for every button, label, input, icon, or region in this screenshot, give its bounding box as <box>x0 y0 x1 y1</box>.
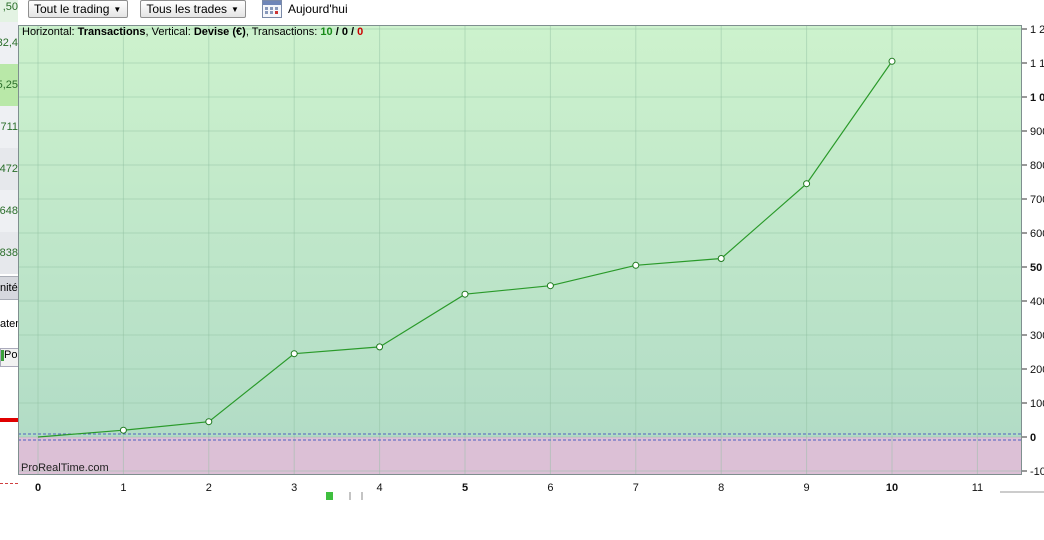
x-tick-label: 1 <box>120 482 126 494</box>
losing-count: 0 <box>357 26 364 38</box>
vertical-label: Vertical: <box>151 26 191 38</box>
data-point[interactable] <box>376 343 384 351</box>
x-tick-label: 7 <box>633 482 639 494</box>
equity-chart[interactable]: -100100200300400506007008009001 01 11 2 … <box>0 0 1044 500</box>
x-tick-label: 6 <box>547 482 553 494</box>
positive-zone <box>18 25 1022 437</box>
y-axis: -10 0 100 200 300 400 50 600 700 800 900 1 0 1 1 1 2 <box>1022 24 1044 478</box>
horizontal-label: Horizontal: <box>22 26 75 38</box>
y-tick-label: 0 <box>1030 432 1036 444</box>
data-point[interactable] <box>803 180 811 188</box>
x-tick-label: 10 <box>886 482 898 494</box>
y-tick-label: 700 <box>1030 194 1044 206</box>
watermark: ProRealTime.com <box>21 462 109 474</box>
slash: / <box>351 26 355 38</box>
x-tick-label: 11 <box>972 482 983 494</box>
scroll-marker[interactable] <box>326 492 333 500</box>
x-tick-label: 9 <box>804 482 810 494</box>
chart-info-bar: Horizontal: Transactions, Vertical: Devi… <box>22 26 363 38</box>
data-point[interactable] <box>632 261 640 269</box>
data-point[interactable] <box>205 418 213 426</box>
negative-zone <box>18 437 1022 475</box>
y-tick-label: 200 <box>1030 364 1044 376</box>
y-tick-label: 1 2 <box>1030 24 1044 36</box>
data-point[interactable] <box>546 282 554 290</box>
y-tick-label: 50 <box>1030 262 1042 274</box>
data-point[interactable] <box>461 290 469 298</box>
x-tick-label: 5 <box>462 482 468 494</box>
y-tick-label: 300 <box>1030 330 1044 342</box>
y-tick-label: 400 <box>1030 296 1044 308</box>
data-point[interactable] <box>119 426 127 434</box>
vertical-value: Devise (€) <box>193 26 246 38</box>
y-tick-label: 1 0 <box>1030 92 1044 104</box>
winning-count: 10 <box>320 26 333 38</box>
x-tick-label: 8 <box>718 482 724 494</box>
x-tick-label: 3 <box>291 482 297 494</box>
y-tick-label: 800 <box>1030 160 1044 172</box>
y-tick-label: 900 <box>1030 126 1044 138</box>
horizontal-value: Transactions <box>77 26 146 38</box>
transactions-label: Transactions: <box>251 26 318 38</box>
neutral-count: 0 <box>341 26 348 38</box>
y-tick-label: 1 1 <box>1030 58 1044 70</box>
data-point[interactable] <box>888 57 896 65</box>
x-axis: 0 1 2 3 4 5 6 7 8 9 10 11 <box>35 482 983 494</box>
y-tick-label: 100 <box>1030 398 1044 410</box>
data-point[interactable] <box>290 350 298 358</box>
x-tick-label: 2 <box>206 482 212 494</box>
x-tick-label: 4 <box>377 482 383 494</box>
data-point[interactable] <box>717 255 725 262</box>
y-tick-label: 600 <box>1030 228 1044 240</box>
y-tick-label: -10 <box>1030 466 1044 478</box>
x-tick-label: 0 <box>35 482 41 494</box>
slash: / <box>335 26 339 38</box>
